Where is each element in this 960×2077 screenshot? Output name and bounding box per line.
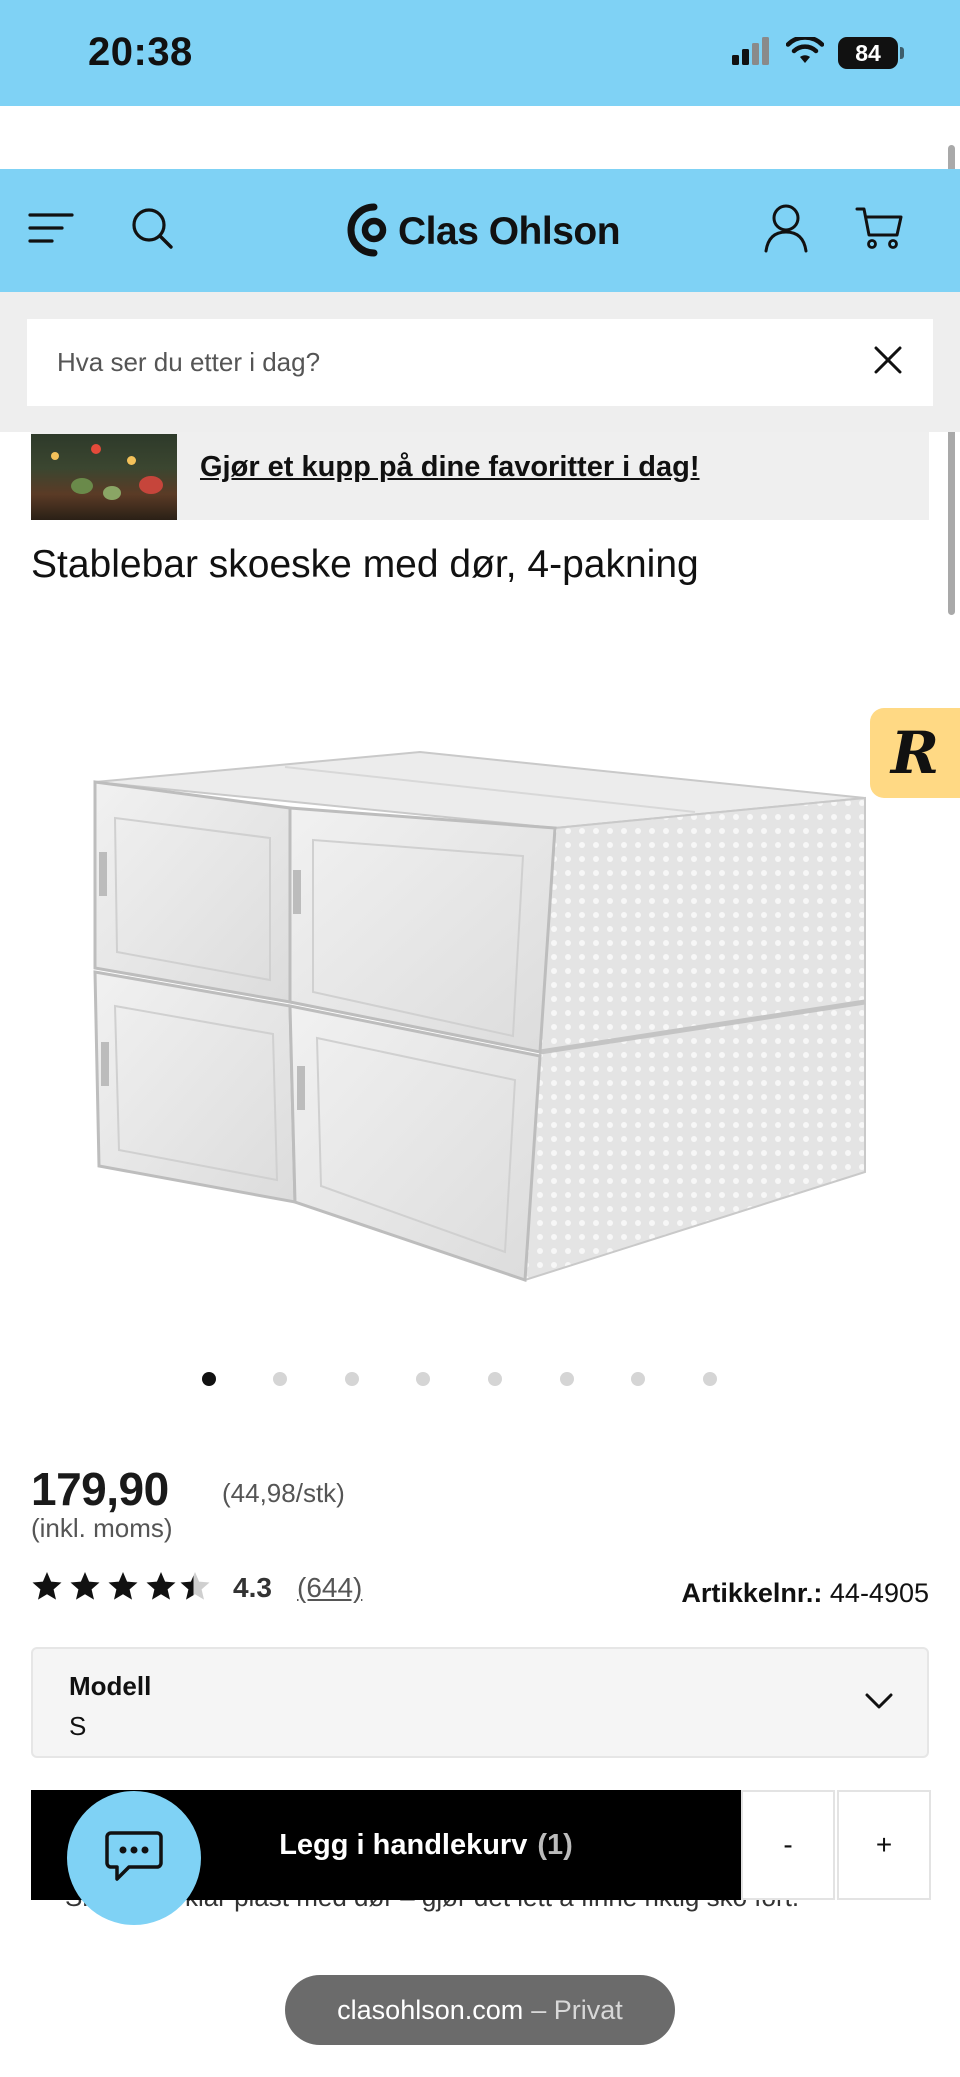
- browser-private-mode: – Privat: [531, 1994, 623, 2025]
- article-number-value: 44-4905: [829, 1578, 929, 1608]
- carousel-dot[interactable]: [560, 1372, 574, 1386]
- promo-link[interactable]: Gjør et kupp på dine favoritter i dag!: [200, 451, 700, 484]
- carousel-dot[interactable]: [703, 1372, 717, 1386]
- account-button[interactable]: [755, 199, 817, 261]
- article-number-label: Artikkelnr.:: [681, 1578, 823, 1608]
- battery-icon: 84: [838, 37, 904, 69]
- account-icon: [763, 203, 809, 258]
- browser-top-gap: [0, 106, 960, 169]
- rating-stars[interactable]: [31, 1568, 211, 1604]
- status-bar: 20:38 84: [0, 0, 960, 106]
- quantity-decrease-button[interactable]: -: [741, 1790, 835, 1900]
- half-star-icon: [180, 1572, 210, 1600]
- menu-icon: [28, 211, 74, 250]
- carousel-dot[interactable]: [631, 1372, 645, 1386]
- wifi-icon: [785, 34, 825, 70]
- cellular-signal-icon: [732, 36, 772, 70]
- star-icon: [146, 1572, 176, 1600]
- cart-button[interactable]: [848, 199, 910, 261]
- status-icons: 84: [732, 34, 904, 70]
- vat-note: (inkl. moms): [31, 1513, 173, 1543]
- carousel-dot[interactable]: [202, 1372, 216, 1386]
- search-icon: [130, 206, 174, 255]
- cart-quantity: (1): [537, 1828, 573, 1861]
- menu-button[interactable]: [20, 199, 82, 261]
- search-box: [27, 319, 933, 406]
- quantity-increase-button[interactable]: +: [837, 1790, 931, 1900]
- star-icon: [108, 1572, 138, 1600]
- star-icon: [70, 1572, 100, 1600]
- battery-level: 84: [855, 39, 881, 66]
- promo-banner[interactable]: Gjør et kupp på dine favoritter i dag!: [31, 432, 929, 520]
- product-image[interactable]: [85, 740, 875, 1290]
- browser-domain: clasohlson.com: [337, 1994, 524, 2025]
- add-to-cart-label: Legg i handlekurv: [279, 1828, 528, 1861]
- rating-value: 4.3: [233, 1572, 272, 1603]
- model-select-value: S: [69, 1711, 87, 1741]
- search-input[interactable]: [57, 347, 837, 378]
- status-time: 20:38: [88, 30, 193, 74]
- article-number: Artikkelnr.: 44-4905: [681, 1578, 929, 1609]
- chevron-down-icon: [861, 1683, 897, 1719]
- browser-address-bar[interactable]: clasohlson.com – Privat: [285, 1975, 675, 2045]
- star-icon: [32, 1572, 62, 1600]
- search-area: [0, 292, 960, 432]
- carousel-dot[interactable]: [273, 1372, 287, 1386]
- close-icon: [873, 345, 903, 380]
- search-clear-button[interactable]: [865, 339, 911, 385]
- unit-price: (44,98/stk): [222, 1478, 345, 1508]
- search-button[interactable]: [121, 199, 183, 261]
- site-header: Clas Ohlson: [0, 169, 960, 292]
- review-count-link[interactable]: (644): [297, 1572, 362, 1604]
- r-logo-icon: R: [890, 719, 940, 787]
- promo-image: [31, 434, 177, 520]
- product-title: Stablebar skoeske med dør, 4-pakning: [31, 543, 699, 586]
- carousel-dot[interactable]: [488, 1372, 502, 1386]
- chat-icon: [105, 1829, 163, 1888]
- chat-button[interactable]: [67, 1791, 201, 1925]
- carousel-dot[interactable]: [345, 1372, 359, 1386]
- brand-name: Clas Ohlson: [398, 210, 621, 253]
- model-select-label: Modell: [69, 1671, 152, 1701]
- image-carousel-dots: [0, 1372, 960, 1392]
- reviews-widget-button[interactable]: R: [870, 708, 960, 798]
- brand-logo[interactable]: Clas Ohlson: [344, 201, 621, 264]
- product-price: 179,90: [31, 1463, 169, 1515]
- model-select[interactable]: Modell S: [31, 1647, 929, 1758]
- carousel-dot[interactable]: [416, 1372, 430, 1386]
- logo-mark-icon: [344, 201, 390, 264]
- cart-icon: [855, 205, 903, 256]
